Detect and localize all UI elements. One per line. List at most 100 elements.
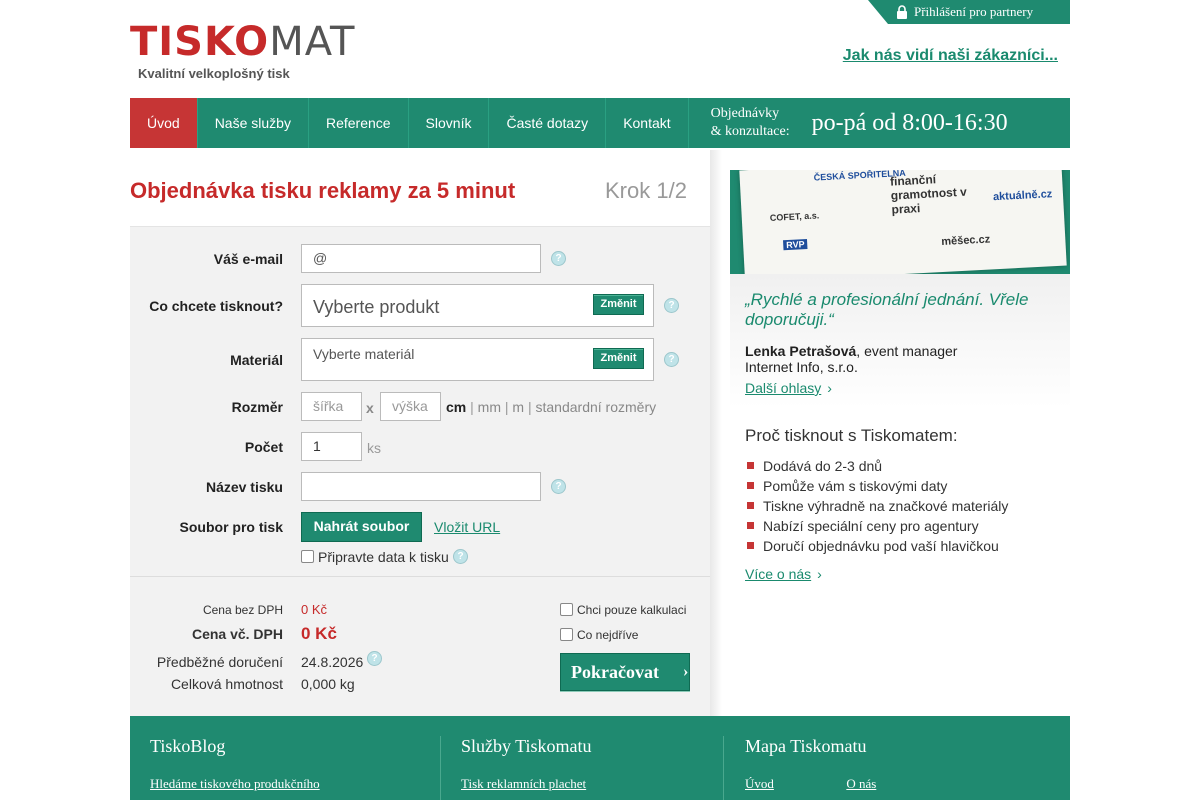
- help-icon[interactable]: ?: [664, 352, 679, 367]
- only-calc-label: Chci pouze kalkulaci: [577, 603, 687, 617]
- page-title: Objednávka tisku reklamy za 5 minut: [130, 178, 516, 203]
- email-input[interactable]: @: [301, 244, 541, 273]
- unit-switch: cm | mm | m | standardní rozměry: [446, 399, 657, 415]
- help-icon[interactable]: ?: [664, 298, 679, 313]
- footer-map-link-about[interactable]: O nás: [846, 776, 876, 791]
- prepare-data-checkbox[interactable]: [301, 550, 314, 563]
- count-unit: ks: [367, 440, 381, 456]
- help-icon[interactable]: ?: [551, 479, 566, 494]
- list-item: Tiskne výhradně na značkové materiály: [745, 496, 1008, 516]
- footer-map-link-home[interactable]: Úvod: [745, 776, 774, 791]
- continue-label: Pokračovat: [571, 661, 659, 682]
- nav-item-faq[interactable]: Časté dotazy: [489, 98, 607, 148]
- nav-item-uvod[interactable]: Úvod: [130, 98, 198, 148]
- hours-label: Objednávky & konzultace:: [710, 106, 790, 139]
- product-label: Co chcete tisknout?: [149, 298, 283, 314]
- partner-login-label: Přihlášení pro partnery: [914, 4, 1034, 19]
- banner-text: aktuálně.cz: [992, 188, 1053, 204]
- lock-icon: [897, 5, 907, 19]
- unit-m[interactable]: m: [512, 399, 524, 415]
- footer-divider: [723, 736, 724, 800]
- footer-services-title: Služby Tiskomatu: [461, 736, 592, 756]
- list-item: Nabízí speciální ceny pro agentury: [745, 516, 1008, 536]
- product-select[interactable]: Vyberte produkt Změnit: [301, 284, 654, 327]
- standard-sizes-link[interactable]: standardní rozměry: [536, 399, 657, 415]
- step-indicator: Krok 1/2: [605, 178, 687, 203]
- print-name-input[interactable]: [301, 472, 541, 501]
- asap-label: Co nejdříve: [577, 628, 639, 642]
- material-select[interactable]: Vyberte materiál Změnit: [301, 338, 654, 381]
- partner-login-link[interactable]: Přihlášení pro partnery: [868, 0, 1070, 24]
- about-us-link[interactable]: Více o nás ›: [745, 566, 822, 582]
- more-reviews-link[interactable]: Další ohlasy ›: [745, 380, 832, 396]
- banner-text: COFET, a.s.: [769, 210, 820, 223]
- size-label: Rozměr: [231, 399, 283, 415]
- prepare-data-label: Připravte data k tisku: [318, 549, 449, 565]
- author-role: , event manager: [856, 343, 958, 359]
- price-ex-vat-label: Cena bez DPH: [202, 603, 283, 617]
- insert-url-link[interactable]: Vložit URL: [434, 519, 500, 535]
- upload-file-button[interactable]: Nahrát soubor: [301, 512, 422, 542]
- why-list: Dodává do 2-3 dnů Pomůže vám s tiskovými…: [745, 456, 1008, 556]
- list-item: Pomůže vám s tiskovými daty: [745, 476, 1008, 496]
- weight-label: Celková hmotnost: [170, 676, 283, 692]
- footer-blog-title: TiskoBlog: [150, 736, 226, 756]
- unit-cm[interactable]: cm: [446, 399, 466, 415]
- banner-text: RVP: [783, 239, 808, 251]
- continue-button[interactable]: Pokračovat ›: [560, 653, 690, 691]
- chevron-right-icon: ›: [817, 566, 822, 582]
- author-name: Lenka Petrašová: [745, 343, 857, 359]
- logo[interactable]: TISKOMAT Kvalitní velkoplošný tisk: [130, 22, 355, 81]
- author-company: Internet Info, s.r.o.: [745, 359, 858, 375]
- width-input[interactable]: šířka: [301, 392, 362, 421]
- bullet-icon: [747, 482, 754, 489]
- nav-item-glossary[interactable]: Slovník: [409, 98, 490, 148]
- nav-item-services[interactable]: Naše služby: [198, 98, 309, 148]
- price-inc-vat: 0 Kč: [301, 624, 337, 643]
- footer: TiskoBlog Hledáme tiskového produkčního …: [130, 716, 1070, 800]
- logo-wordmark: TISKOMAT: [130, 19, 356, 65]
- footer-blog-link[interactable]: Hledáme tiskového produkčního: [150, 776, 320, 791]
- footer-col-blog: TiskoBlog Hledáme tiskového produkčního: [150, 736, 320, 793]
- bullet-icon: [747, 462, 754, 469]
- client-logos-banner[interactable]: ČESKÁ SPOŘITELNA finanční gramotnost v p…: [730, 170, 1070, 274]
- list-item: Dodává do 2-3 dnů: [745, 456, 1008, 476]
- list-item: Doručí objednávku pod vaší hlavičkou: [745, 536, 1008, 556]
- footer-col-services: Služby Tiskomatu Tisk reklamních plachet: [461, 736, 592, 793]
- banner-card: ČESKÁ SPOŘITELNA finanční gramotnost v p…: [739, 170, 1067, 274]
- unit-mm[interactable]: mm: [478, 399, 501, 415]
- count-input[interactable]: 1: [301, 432, 362, 461]
- chevron-right-icon: ›: [827, 380, 832, 396]
- bullet-icon: [747, 522, 754, 529]
- testimonial-quote: „Rychlé a profesionální jednání. Vřele d…: [745, 290, 1029, 329]
- product-placeholder: Vyberte produkt: [313, 297, 440, 317]
- nav-item-contact[interactable]: Kontakt: [606, 98, 689, 148]
- pricing-panel: [130, 576, 710, 716]
- logo-tagline: Kvalitní velkoplošný tisk: [138, 66, 290, 81]
- footer-services-link[interactable]: Tisk reklamních plachet: [461, 776, 586, 791]
- asap-checkbox[interactable]: [560, 628, 573, 641]
- count-label: Počet: [244, 439, 283, 455]
- print-name-label: Název tisku: [205, 479, 283, 495]
- help-icon[interactable]: ?: [453, 549, 468, 564]
- main-nav: Úvod Naše služby Reference Slovník Časté…: [130, 98, 1070, 148]
- footer-map-title: Mapa Tiskomatu: [745, 736, 867, 756]
- price-ex-vat: 0 Kč: [301, 602, 328, 617]
- help-icon[interactable]: ?: [367, 651, 382, 666]
- bullet-icon: [747, 502, 754, 509]
- material-label: Materiál: [230, 352, 283, 368]
- height-input[interactable]: výška: [380, 392, 441, 421]
- delivery-label: Předběžné doručení: [156, 654, 283, 670]
- change-material-button[interactable]: Změnit: [593, 348, 644, 369]
- office-hours: po-pá od 8:00-16:30: [811, 109, 1008, 136]
- help-icon[interactable]: ?: [551, 251, 566, 266]
- size-x: x: [366, 400, 374, 416]
- email-label: Váš e-mail: [213, 251, 283, 267]
- column-shadow: [710, 150, 722, 716]
- only-calc-checkbox[interactable]: [560, 603, 573, 616]
- change-product-button[interactable]: Změnit: [593, 294, 644, 315]
- why-title: Proč tisknout s Tiskomatem:: [745, 426, 958, 445]
- customers-view-link[interactable]: Jak nás vidí naši zákazníci...: [843, 47, 1058, 65]
- nav-item-reference[interactable]: Reference: [309, 98, 409, 148]
- delivery-date: 24.8.2026: [301, 654, 364, 670]
